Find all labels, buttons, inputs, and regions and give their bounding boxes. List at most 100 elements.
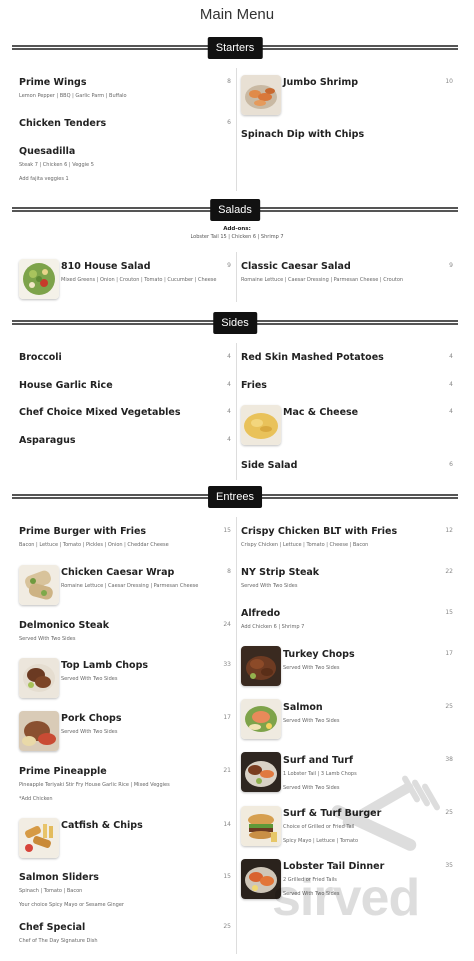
menu-item-asparagus[interactable]: Asparagus 4 [19, 435, 231, 446]
menu-item-caesar-wrap[interactable]: Chicken Caesar Wrap 8 Romaine Lettuce | … [61, 567, 231, 590]
salad-photo[interactable] [19, 259, 59, 299]
column-divider [236, 68, 237, 191]
menu-item-alfredo[interactable]: Alfredo 15 Add Chicken 6 | Shrimp 7 [241, 608, 453, 631]
pork-photo[interactable] [19, 711, 59, 751]
menu-item-mac-cheese[interactable]: Mac & Cheese 4 [283, 407, 453, 418]
menu-item-salmon[interactable]: Salmon 25 Served With Two Sides [283, 702, 453, 725]
item-description-extra: *Add Chicken [19, 796, 53, 802]
item-price: 25 [223, 923, 231, 930]
item-description: Add Chicken 6 | Shrimp 7 [241, 624, 305, 630]
item-description: Lemon Pepper | BBQ | Garlic Parm | Buffa… [19, 93, 127, 99]
menu-item-jumbo-shrimp[interactable]: Jumbo Shrimp 10 [283, 77, 453, 88]
menu-item-prime-burger[interactable]: Prime Burger with Fries 15 Bacon | Lettu… [19, 526, 231, 549]
lamb-photo[interactable] [19, 658, 59, 698]
menu-item-garlic-rice[interactable]: House Garlic Rice 4 [19, 380, 231, 391]
sirved-watermark: sirved [268, 770, 464, 940]
menu-item-chicken-tenders[interactable]: Chicken Tenders 6 [19, 118, 231, 129]
section-title-sides: Sides [213, 312, 257, 334]
menu-item-mixed-vegetables[interactable]: Chef Choice Mixed Vegetables 4 [19, 407, 231, 418]
menu-item-delmonico-steak[interactable]: Delmonico Steak 24 Served With Two Sides [19, 620, 231, 643]
item-price: 24 [223, 621, 231, 628]
item-name: Delmonico Steak [19, 620, 110, 631]
page-title: Main Menu [199, 6, 275, 23]
item-description: Pineapple Teriyaki Stir Fry House Garlic… [19, 782, 170, 788]
item-name: Broccoli [19, 352, 62, 363]
item-price: 4 [449, 381, 453, 388]
item-name: Asparagus [19, 435, 76, 446]
menu-item-caesar-salad[interactable]: Classic Caesar Salad 9 Romaine Lettuce |… [241, 261, 453, 284]
item-description: Served With Two Sides [283, 665, 340, 671]
item-price: 6 [449, 461, 453, 468]
item-name: Alfredo [241, 608, 281, 619]
item-description: Served With Two Sides [61, 729, 118, 735]
item-name: Fries [241, 380, 267, 391]
item-price: 4 [227, 436, 231, 443]
section-header-salads: Salads [12, 199, 458, 221]
item-description-extra: Your choice Spicy Mayo or Sesame Ginger [19, 902, 124, 908]
item-name: Prime Pineapple [19, 766, 107, 777]
section-header-sides: Sides [12, 312, 458, 334]
item-name: Spinach Dip with Chips [241, 129, 365, 140]
item-description: Served With Two Sides [19, 636, 76, 642]
menu-item-prime-wings[interactable]: Prime Wings 8 Lemon Pepper | BBQ | Garli… [19, 77, 231, 100]
addons-title: Add-ons: [223, 226, 251, 232]
item-name: 810 House Salad [61, 261, 151, 272]
item-description: Romaine Lettuce | Caesar Dressing | Parm… [61, 583, 199, 589]
menu-item-catfish[interactable]: Catfish & Chips 14 [61, 820, 231, 831]
item-description: Chef of The Day Signature Dish [19, 938, 98, 944]
item-price: 17 [445, 650, 453, 657]
salad-addons: Add-ons: Lobster Tail 15 | Chicken 6 | S… [0, 226, 474, 240]
turkey-photo[interactable] [241, 646, 281, 686]
item-name: Prime Wings [19, 77, 87, 88]
item-name: Salmon Sliders [19, 872, 99, 883]
item-price: 22 [445, 568, 453, 575]
menu-item-spinach-dip[interactable]: Spinach Dip with Chips [241, 129, 453, 140]
item-description: Crispy Chicken | Lettuce | Tomato | Chee… [241, 542, 369, 548]
menu-item-lamb-chops[interactable]: Top Lamb Chops 33 Served With Two Sides [61, 660, 231, 683]
fork-knife-icon [331, 775, 440, 851]
item-description: Served With Two Sides [283, 718, 340, 724]
menu-item-quesadilla[interactable]: Quesadilla Steak 7 | Chicken 6 | Veggie … [19, 146, 231, 183]
item-name: Classic Caesar Salad [241, 261, 351, 272]
menu-item-mashed-potatoes[interactable]: Red Skin Mashed Potatoes 4 [241, 352, 453, 363]
column-divider [236, 517, 237, 954]
menu-item-crispy-blt[interactable]: Crispy Chicken BLT with Fries 12 Crispy … [241, 526, 453, 549]
item-description: Spinach | Tomato | Bacon [19, 888, 83, 894]
catfish-photo[interactable] [19, 818, 59, 858]
item-price: 4 [227, 353, 231, 360]
menu-item-broccoli[interactable]: Broccoli 4 [19, 352, 231, 363]
item-price: 4 [227, 408, 231, 415]
item-price: 21 [223, 767, 231, 774]
item-price: 10 [445, 78, 453, 85]
wrap-photo[interactable] [19, 565, 59, 605]
menu-item-prime-pineapple[interactable]: Prime Pineapple 21 Pineapple Teriyaki St… [19, 766, 231, 803]
section-header-entrees: Entrees [12, 486, 458, 508]
item-name: Turkey Chops [283, 649, 355, 660]
item-name: Catfish & Chips [61, 820, 143, 831]
menu-item-house-salad[interactable]: 810 House Salad 9 Mixed Greens | Onion |… [61, 261, 231, 284]
column-divider [236, 252, 237, 302]
shrimp-photo[interactable] [241, 75, 281, 115]
mac-cheese-photo[interactable] [241, 405, 281, 445]
item-price: 17 [223, 714, 231, 721]
item-price: 8 [227, 568, 231, 575]
menu-item-side-salad[interactable]: Side Salad 6 [241, 460, 453, 471]
item-description: Served With Two Sides [241, 583, 298, 589]
item-price: 8 [227, 78, 231, 85]
menu-item-chef-special[interactable]: Chef Special 25 Chef of The Day Signatur… [19, 922, 231, 945]
item-name: Chef Choice Mixed Vegetables [19, 407, 181, 418]
menu-item-salmon-sliders[interactable]: Salmon Sliders 15 Spinach | Tomato | Bac… [19, 872, 231, 909]
section-title-salads: Salads [210, 199, 260, 221]
salmon-photo[interactable] [241, 699, 281, 739]
section-title-entrees: Entrees [208, 486, 262, 508]
menu-item-ny-strip[interactable]: NY Strip Steak 22 Served With Two Sides [241, 567, 453, 590]
menu-item-turkey-chops[interactable]: Turkey Chops 17 Served With Two Sides [283, 649, 453, 672]
section-header-starters: Starters [12, 37, 458, 59]
item-name: Chicken Caesar Wrap [61, 567, 175, 578]
menu-item-pork-chops[interactable]: Pork Chops 17 Served With Two Sides [61, 713, 231, 736]
item-price: 6 [227, 119, 231, 126]
item-name: NY Strip Steak [241, 567, 320, 578]
menu-item-fries[interactable]: Fries 4 [241, 380, 453, 391]
item-name: Mac & Cheese [283, 407, 359, 418]
item-price: 25 [445, 703, 453, 710]
